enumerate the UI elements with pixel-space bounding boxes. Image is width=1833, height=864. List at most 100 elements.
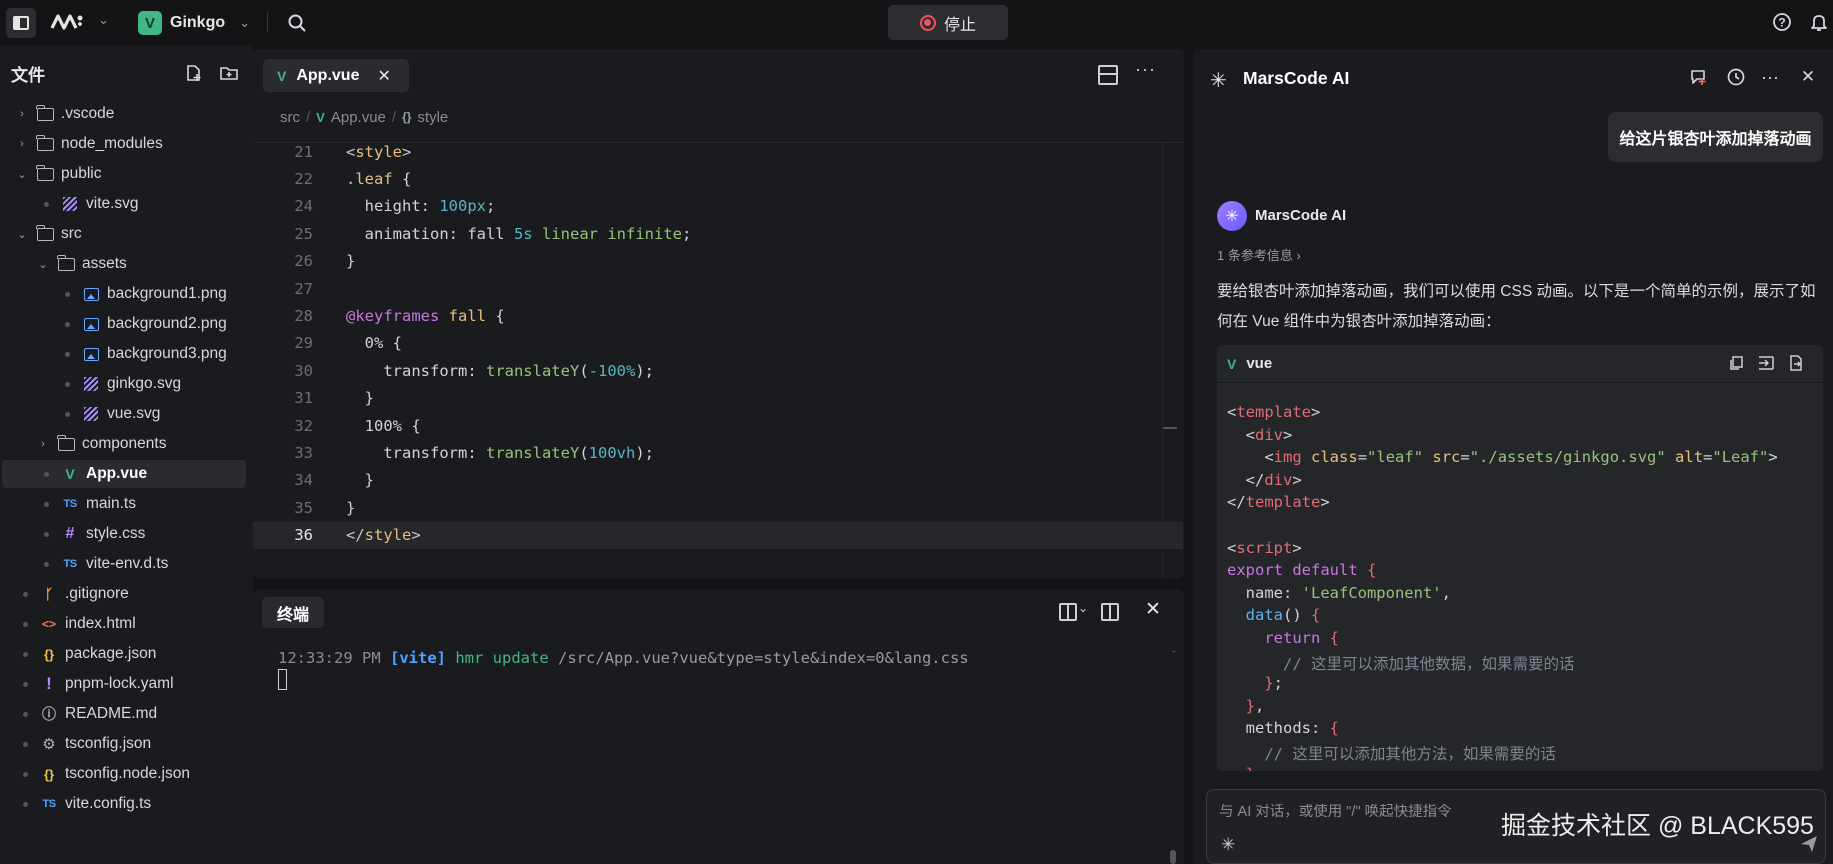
code-line[interactable]: 28 @keyframes fall {: [253, 302, 1183, 329]
tree-item[interactable]: background2.png: [2, 310, 246, 338]
bell-icon[interactable]: [1808, 11, 1830, 33]
indent-dot: [65, 411, 70, 417]
chevron-right-icon[interactable]: ›: [16, 138, 28, 150]
chevron-down-icon[interactable]: ⌄: [16, 168, 28, 181]
code-line[interactable]: 36 </style>: [253, 521, 1183, 549]
code-line[interactable]: 21 <style>: [253, 138, 1183, 165]
line-number: 26: [294, 252, 313, 271]
line-number: 33: [294, 443, 313, 462]
tree-item[interactable]: vue.svg: [2, 400, 246, 428]
terminal-scrollbar[interactable]: ⌃: [1170, 649, 1178, 864]
tree-item[interactable]: ᚴ .gitignore: [2, 580, 246, 608]
tree-item[interactable]: › node_modules: [2, 130, 246, 158]
code-line[interactable]: 32 100% {: [253, 412, 1183, 439]
gear-icon: ⚙: [42, 736, 56, 753]
apply-file-icon[interactable]: [1787, 354, 1805, 372]
split-editor-icon[interactable]: [1098, 65, 1118, 85]
tree-item[interactable]: {} package.json: [2, 640, 246, 668]
code-text: transform: translateY(-100%);: [346, 361, 654, 380]
close-icon[interactable]: ✕: [377, 66, 390, 86]
assistant-name: MarsCode AI: [1255, 207, 1347, 224]
tree-item[interactable]: ⓘ README.md: [2, 700, 246, 728]
close-icon[interactable]: ✕: [1145, 598, 1161, 621]
code-line[interactable]: 31 }: [253, 385, 1183, 412]
tree-item[interactable]: ginkgo.svg: [2, 370, 246, 398]
code-line[interactable]: 25 animation: fall 5s linear infinite;: [253, 220, 1183, 247]
tree-item[interactable]: {} tsconfig.node.json: [2, 760, 246, 788]
scroll-up-icon[interactable]: ⌃: [1170, 649, 1178, 660]
tree-item[interactable]: TS vite-env.d.ts: [2, 550, 246, 578]
breadcrumb-item[interactable]: App.vue: [331, 109, 386, 126]
tree-item[interactable]: ! pnpm-lock.yaml: [2, 670, 246, 698]
stop-button[interactable]: 停止: [888, 5, 1008, 40]
tree-item[interactable]: background1.png: [2, 280, 246, 308]
code-block-language: vue: [1246, 355, 1273, 372]
new-chat-icon[interactable]: [1687, 66, 1709, 88]
editor-scrollbar[interactable]: [1162, 142, 1177, 579]
tree-item[interactable]: TS main.ts: [2, 490, 246, 518]
code-line[interactable]: 26}: [253, 248, 1183, 275]
code-line[interactable]: 30 transform: translateY(-100%);: [253, 357, 1183, 384]
scroll-thumb[interactable]: [1170, 850, 1176, 864]
tree-item-label: public: [61, 165, 102, 182]
code-line[interactable]: 29 0% {: [253, 330, 1183, 357]
references-link[interactable]: 1 条参考信息 ›: [1217, 245, 1301, 264]
help-icon[interactable]: ?: [1771, 11, 1793, 33]
tree-item[interactable]: background3.png: [2, 340, 246, 368]
tree-item[interactable]: › .vscode: [2, 100, 246, 128]
sidebar-toggle-button[interactable]: [6, 8, 36, 38]
code-line[interactable]: 22 .leaf {: [253, 165, 1183, 192]
tree-item[interactable]: ⌄ src: [2, 220, 246, 248]
ai-panel-title: MarsCode AI: [1243, 68, 1350, 88]
terminal-cursor[interactable]: [278, 669, 287, 690]
sparkle-icon[interactable]: ✳: [1221, 835, 1235, 855]
indent-dot: [23, 651, 28, 657]
more-icon[interactable]: ···: [1759, 66, 1781, 88]
workspace-logo-icon[interactable]: [50, 10, 84, 34]
tab-terminal[interactable]: 终端: [262, 597, 324, 628]
copy-icon[interactable]: [1727, 354, 1745, 372]
more-icon[interactable]: ···: [1135, 59, 1156, 80]
code-line[interactable]: 27: [253, 275, 1183, 302]
tree-item[interactable]: # style.css: [2, 520, 246, 548]
tree-item[interactable]: TS vite.config.ts: [2, 790, 246, 818]
chevron-right-icon[interactable]: ›: [16, 108, 28, 120]
tree-item[interactable]: ⌄ assets: [2, 250, 246, 278]
code-text: transform: translateY(100vh);: [346, 443, 654, 462]
close-icon[interactable]: ✕: [1797, 66, 1819, 88]
tab-app-vue[interactable]: V App.vue ✕: [263, 59, 409, 92]
code-block-line: <img class="leaf" src="./assets/ginkgo.s…: [1227, 448, 1778, 467]
tree-item[interactable]: vite.svg: [2, 190, 246, 218]
layout-icon[interactable]: [1101, 603, 1119, 621]
chevron-down-icon[interactable]: ⌄: [16, 228, 28, 241]
tree-item[interactable]: V App.vue: [2, 460, 246, 488]
scroll-thumb[interactable]: [1163, 427, 1177, 429]
breadcrumb-item[interactable]: src: [280, 109, 300, 126]
search-icon[interactable]: [285, 11, 309, 35]
terminal-panel: 终端 ⌄ ✕ 12:33:29 PM [vite] hmr update /sr…: [253, 589, 1184, 864]
code-line[interactable]: 33 transform: translateY(100vh);: [253, 439, 1183, 466]
code-line[interactable]: 24 height: 100px;: [253, 193, 1183, 220]
tree-item[interactable]: ⌄ public: [2, 160, 246, 188]
tree-item[interactable]: ⚙ tsconfig.json: [2, 730, 246, 758]
code-line[interactable]: 35}: [253, 494, 1183, 521]
tree-item-label: .gitignore: [65, 585, 129, 602]
top-bar: ⌄ V Ginkgo ⌄ 停止 ?: [0, 0, 1833, 45]
tree-item[interactable]: <> index.html: [2, 610, 246, 638]
project-switcher[interactable]: V Ginkgo ⌄: [138, 9, 250, 37]
tree-item-label: src: [61, 225, 82, 242]
new-file-icon[interactable]: [183, 62, 205, 84]
chevron-right-icon[interactable]: ›: [37, 438, 49, 450]
chevron-down-icon[interactable]: ⌄: [1078, 601, 1088, 615]
tree-item[interactable]: › components: [2, 430, 246, 458]
history-icon[interactable]: [1725, 66, 1747, 88]
code-line[interactable]: 34 }: [253, 467, 1183, 494]
chevron-down-icon[interactable]: ⌄: [98, 12, 109, 28]
chevron-down-icon[interactable]: ⌄: [37, 258, 49, 271]
new-folder-icon[interactable]: [218, 62, 240, 84]
split-terminal-icon[interactable]: [1059, 603, 1077, 621]
indent-dot: [23, 741, 28, 747]
breadcrumb-item[interactable]: style: [417, 109, 448, 126]
code-area[interactable]: 21 <style> 22 .leaf {24 height: 100px; 25 an…: [253, 142, 1184, 579]
insert-code-icon[interactable]: [1757, 354, 1775, 372]
